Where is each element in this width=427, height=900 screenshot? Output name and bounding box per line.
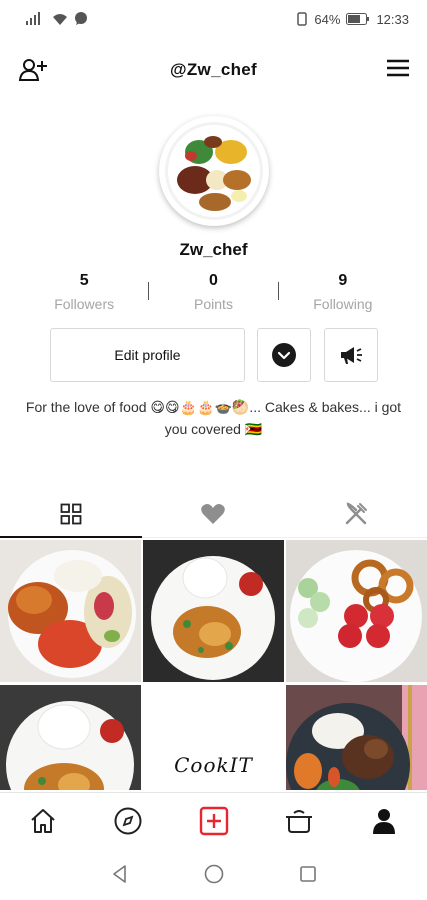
post-photo — [143, 540, 284, 682]
post-photo — [0, 685, 141, 790]
more-options-button[interactable] — [257, 328, 311, 382]
profile-icon — [373, 808, 396, 834]
signal-icon — [26, 12, 40, 25]
post-thumbnail[interactable] — [0, 685, 141, 790]
bottom-nav — [0, 792, 427, 848]
post-thumbnail[interactable] — [143, 540, 284, 682]
followers-label: Followers — [54, 296, 115, 312]
tab-recipes[interactable] — [285, 490, 427, 537]
status-bar: 64% 12:33 — [0, 0, 427, 38]
profile-stats: 5 Followers 0 Points 9 Following — [20, 270, 407, 320]
stat-followers[interactable]: 5 Followers — [20, 270, 148, 320]
recents-square-icon[interactable] — [297, 863, 319, 885]
post-thumbnail[interactable]: CookIT — [143, 685, 284, 790]
points-count: 0 — [209, 272, 218, 289]
post-grid: CookIT — [0, 540, 427, 790]
nav-profile[interactable] — [342, 793, 427, 849]
home-icon — [31, 808, 55, 833]
promote-button[interactable] — [324, 328, 378, 382]
stat-following[interactable]: 9 Following — [279, 270, 407, 320]
status-left — [24, 12, 88, 26]
home-circle-icon[interactable] — [203, 863, 225, 885]
nav-create[interactable] — [171, 793, 256, 849]
following-label: Following — [313, 296, 373, 312]
avatar[interactable] — [159, 116, 269, 226]
chevron-down-circle-icon — [272, 343, 296, 367]
avatar-photo — [165, 122, 263, 220]
following-count: 9 — [338, 272, 348, 289]
back-icon[interactable] — [109, 863, 131, 885]
stat-points[interactable]: 0 Points — [149, 270, 277, 320]
post-thumbnail[interactable] — [286, 540, 427, 682]
add-user-icon — [18, 59, 47, 81]
edit-profile-button[interactable]: Edit profile — [50, 328, 245, 382]
add-friend-button[interactable] — [18, 57, 48, 83]
chat-bubble-icon — [75, 12, 87, 25]
points-label: Points — [194, 296, 233, 312]
add-post-icon — [199, 806, 228, 835]
nav-explore[interactable] — [85, 793, 170, 849]
compass-icon — [114, 807, 142, 834]
system-nav — [0, 852, 427, 896]
post-thumbnail[interactable] — [286, 685, 427, 790]
vibrate-icon — [297, 12, 308, 26]
post-text-tile: CookIT — [143, 685, 284, 790]
post-thumbnail[interactable] — [0, 540, 141, 682]
nav-recipes[interactable] — [256, 793, 341, 849]
wifi-icon — [53, 14, 67, 25]
profile-username: Zw_chef — [179, 240, 248, 259]
clock: 12:33 — [376, 11, 409, 27]
megaphone-icon — [341, 347, 362, 364]
grid-icon — [60, 503, 82, 524]
status-right: 64% 12:33 — [296, 12, 409, 27]
heart-icon — [201, 503, 226, 524]
page-title: @Zw_chef — [170, 60, 257, 79]
top-bar: @Zw_chef — [0, 50, 427, 90]
profile-bio: For the love of food 😋😋🎂🎂🍲🥙... Cakes & b… — [25, 399, 402, 437]
tab-liked[interactable] — [142, 490, 284, 537]
battery-percent: 64% — [314, 11, 341, 27]
tab-posts[interactable] — [0, 490, 143, 538]
post-photo — [286, 685, 427, 790]
pot-icon — [285, 809, 312, 833]
battery-icon — [346, 13, 370, 25]
menu-button[interactable] — [385, 57, 413, 83]
profile-actions: Edit profile — [50, 328, 378, 382]
followers-count: 5 — [79, 272, 89, 289]
profile-tabs — [0, 490, 427, 538]
fork-knife-icon — [345, 501, 367, 524]
post-photo — [0, 540, 141, 682]
nav-home[interactable] — [0, 793, 85, 849]
hamburger-menu-icon — [387, 59, 409, 77]
food-plate-image — [165, 122, 263, 220]
post-photo — [286, 540, 427, 682]
